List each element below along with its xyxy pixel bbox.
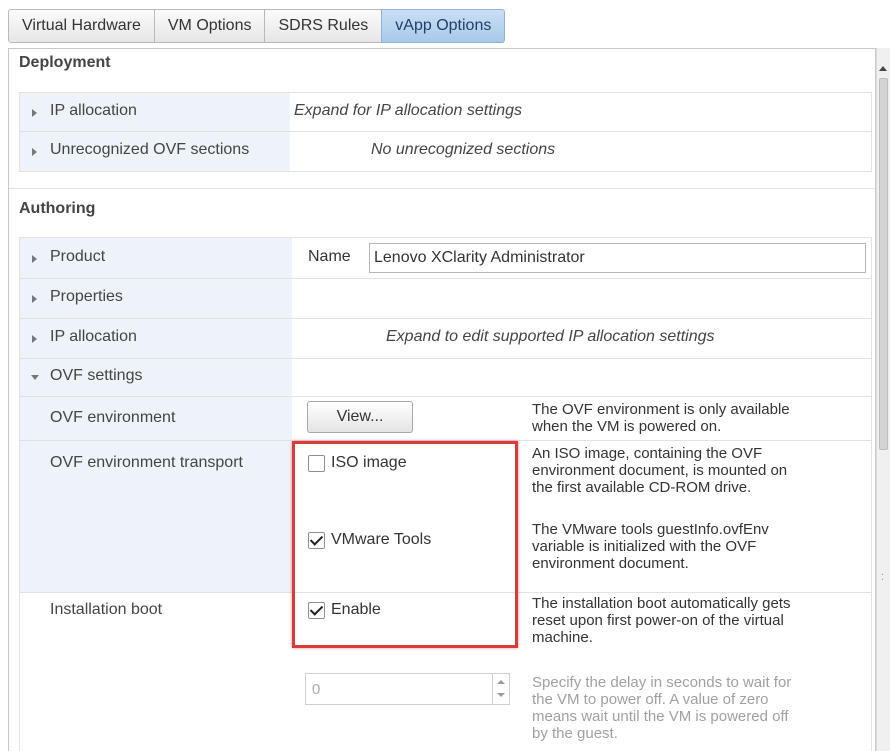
ovf-transport-row: OVF environment transport ISO image An I…: [19, 441, 872, 593]
deployment-section-title: Deployment: [19, 54, 111, 71]
expand-caret-icon[interactable]: [32, 335, 37, 343]
scroll-grip-icon: ∙ ∙: [881, 569, 884, 585]
scroll-up-icon[interactable]: [879, 66, 887, 71]
ovf-settings-row[interactable]: OVF settings: [19, 359, 872, 397]
product-row[interactable]: Product Name: [19, 237, 872, 279]
authoring-ip-allocation-hint: Expand to edit supported IP allocation s…: [386, 328, 715, 345]
ovf-environment-desc-line2: when the VM is powered on.: [532, 418, 722, 435]
name-label: Name: [308, 248, 351, 265]
boot-delay-spinner[interactable]: 0: [305, 673, 510, 705]
enable-label: Enable: [331, 601, 381, 618]
collapse-caret-icon[interactable]: [31, 375, 39, 380]
properties-label: Properties: [50, 288, 123, 305]
installation-boot-row: Installation boot Enable The installatio…: [19, 593, 872, 751]
deployment-ip-allocation-hint: Expand for IP allocation settings: [294, 102, 522, 119]
iso-desc-line3: the first available CD-ROM drive.: [532, 479, 752, 496]
spin-down-icon[interactable]: [497, 693, 505, 697]
installation-boot-desc-line3: machine.: [532, 629, 593, 646]
authoring-ip-allocation-label: IP allocation: [50, 328, 137, 345]
tab-bar: Virtual Hardware VM Options SDRS Rules v…: [8, 9, 506, 45]
delay-desc-line3: means wait until the VM is powered off: [532, 708, 789, 725]
vapp-options-window: Virtual Hardware VM Options SDRS Rules v…: [0, 0, 890, 751]
iso-desc-line2: environment document, is mounted on: [532, 462, 788, 479]
scroll-thumb[interactable]: [879, 78, 888, 450]
product-label: Product: [50, 248, 106, 265]
authoring-ip-allocation-row[interactable]: IP allocation Expand to edit supported I…: [19, 319, 872, 359]
vmware-tools-desc-line3: environment document.: [532, 555, 689, 572]
unrecognized-ovf-hint: No unrecognized sections: [371, 141, 556, 158]
vmware-tools-desc-line2: variable is initialized with the OVF: [532, 538, 757, 555]
ovf-environment-row: OVF environment View... The OVF environm…: [19, 397, 872, 441]
ovf-environment-desc-line1: The OVF environment is only available: [532, 401, 790, 418]
installation-boot-desc-line2: reset upon first power-on of the virtual: [532, 612, 784, 629]
iso-image-option[interactable]: ISO image: [308, 454, 407, 472]
enable-option[interactable]: Enable: [308, 601, 381, 619]
expand-caret-icon[interactable]: [32, 295, 37, 303]
properties-row[interactable]: Properties: [19, 279, 872, 319]
expand-caret-icon[interactable]: [32, 109, 37, 117]
authoring-section-title: Authoring: [19, 200, 96, 217]
ovf-environment-label: OVF environment: [50, 409, 176, 426]
vertical-scrollbar[interactable]: ∙ ∙: [876, 48, 890, 751]
delay-desc-line1: Specify the delay in seconds to wait for: [532, 674, 792, 691]
expand-caret-icon[interactable]: [32, 255, 37, 263]
installation-boot-desc-line1: The installation boot automatically gets: [532, 595, 791, 612]
spin-up-icon[interactable]: [497, 680, 505, 684]
vmware-tools-desc-line1: The VMware tools guestInfo.ovfEnv: [532, 521, 769, 538]
vmware-tools-option[interactable]: VMware Tools: [308, 531, 431, 549]
installation-boot-label: Installation boot: [50, 601, 163, 618]
enable-checkbox[interactable]: [308, 601, 325, 619]
iso-image-checkbox[interactable]: [308, 454, 325, 472]
tab-sdrs-rules[interactable]: SDRS Rules: [264, 9, 383, 43]
iso-image-label: ISO image: [331, 454, 407, 471]
boot-delay-value: 0: [312, 681, 321, 698]
ovf-transport-label: OVF environment transport: [50, 454, 243, 471]
spin-buttons[interactable]: [492, 674, 509, 704]
vmware-tools-label: VMware Tools: [331, 531, 432, 548]
product-name-input[interactable]: [369, 243, 866, 273]
tab-vapp-options[interactable]: vApp Options: [381, 9, 506, 43]
ovf-settings-label: OVF settings: [50, 367, 143, 384]
expand-caret-icon[interactable]: [32, 148, 37, 156]
delay-desc-line4: by the guest.: [532, 725, 618, 742]
settings-panel: Deployment IP allocation Expand for IP a…: [8, 48, 876, 751]
delay-desc-line2: the VM to power off. A value of zero: [532, 691, 769, 708]
unrecognized-ovf-row[interactable]: Unrecognized OVF sections No unrecognize…: [19, 132, 872, 172]
unrecognized-ovf-label: Unrecognized OVF sections: [50, 141, 250, 158]
deployment-ip-allocation-row[interactable]: IP allocation Expand for IP allocation s…: [19, 92, 872, 132]
view-button[interactable]: View...: [307, 401, 413, 433]
tab-vm-options[interactable]: VM Options: [153, 9, 266, 43]
tab-virtual-hardware[interactable]: Virtual Hardware: [8, 9, 155, 43]
iso-desc-line1: An ISO image, containing the OVF: [532, 445, 763, 462]
deployment-ip-allocation-label: IP allocation: [50, 102, 137, 119]
vmware-tools-checkbox[interactable]: [308, 531, 325, 549]
